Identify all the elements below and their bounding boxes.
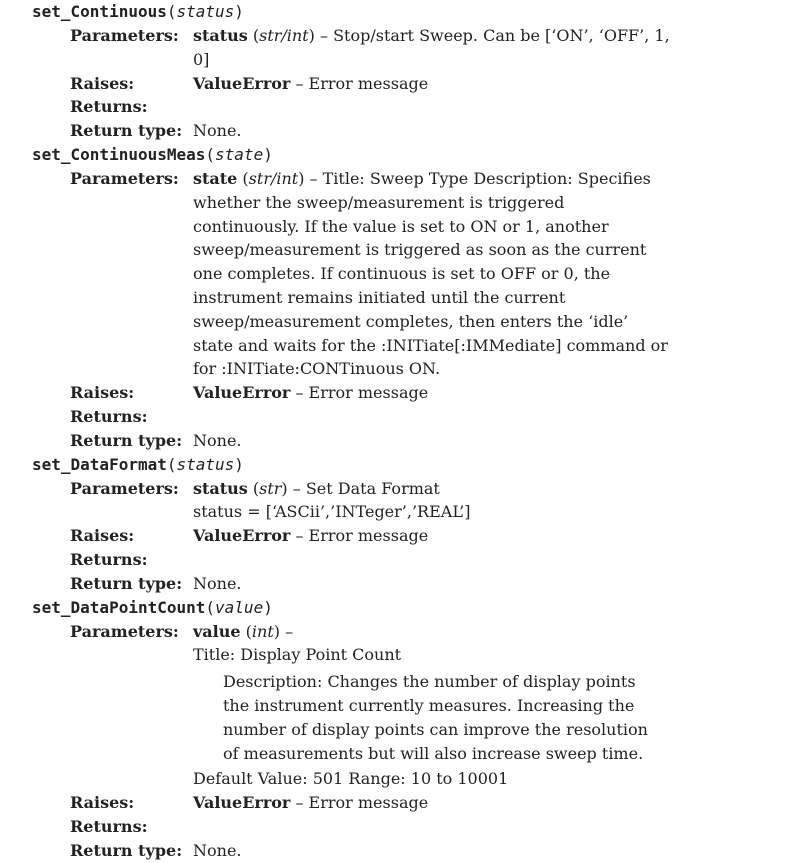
field-body [193, 95, 673, 119]
parameters-field: Parameters: status (str/int) – Stop/star… [70, 24, 800, 72]
param-type: str [259, 478, 282, 498]
field-body [193, 815, 673, 839]
exception-desc: – Error message [295, 526, 429, 546]
param-description: Description: Changes the number of displ… [223, 672, 648, 763]
method-name: set_ContinuousMeas [32, 144, 206, 164]
method-name: set_Continuous [32, 2, 167, 21]
param-desc: – Title: Sweep Type Description: Specifi… [193, 168, 668, 379]
field-body: ValueError – Error message [193, 72, 673, 96]
method-set-continuous-meas: set_ContinuousMeas(state) Parameters: st… [0, 143, 800, 453]
field-body: ValueError – Error message [193, 381, 673, 405]
field-label: Parameters: [70, 478, 179, 498]
method-signature: set_DataFormat(status) [32, 454, 244, 474]
field-label: Raises: [70, 526, 135, 546]
method-set-data-point-count: set_DataPointCount(value) Parameters: va… [0, 596, 800, 863]
api-doc: set_Continuous(status) Parameters: statu… [0, 0, 800, 863]
return-type-value: None. [193, 840, 242, 860]
field-body: state (str/int) – Title: Sweep Type Desc… [193, 168, 668, 379]
field-body: value (int) – Title: Display Point Count… [193, 620, 673, 792]
field-label: Return type: [70, 573, 183, 593]
field-label: Return type: [70, 430, 183, 450]
field-body: ValueError – Error message [193, 791, 673, 815]
exception-name: ValueError [193, 526, 291, 546]
field-label: Parameters: [70, 26, 179, 45]
method-set-data-format: set_DataFormat(status) Parameters: statu… [0, 453, 800, 596]
parameters-field: Parameters: state (str/int) – Title: Swe… [70, 167, 800, 381]
param-name: status [193, 478, 248, 498]
exception-desc: – Error message [295, 383, 429, 403]
field-body: ValueError – Error message [193, 524, 673, 548]
raises-field: Raises: ValueError – Error message [70, 524, 800, 548]
return-type-field: Return type: None. [70, 839, 800, 863]
return-type-value: None. [193, 573, 242, 593]
field-label: Raises: [70, 73, 135, 93]
return-type-field: Return type: None. [70, 119, 800, 143]
returns-field: Returns: [70, 405, 800, 429]
method-signature: set_DataPointCount(value) [32, 597, 273, 617]
returns-field: Returns: [70, 95, 800, 119]
raises-field: Raises: ValueError – Error message [70, 791, 800, 815]
field-label: Return type: [70, 840, 183, 860]
field-label: Returns: [70, 549, 148, 569]
raises-field: Raises: ValueError – Error message [70, 72, 800, 96]
param-name: status [193, 26, 248, 45]
return-type-field: Return type: None. [70, 572, 800, 596]
return-type-value: None. [193, 121, 242, 141]
param-type: int [251, 621, 274, 641]
field-body: status (str) – Set Data Format status = … [193, 478, 471, 522]
method-param: value [215, 597, 264, 617]
parameters-field: Parameters: status (str) – Set Data Form… [70, 477, 800, 525]
method-param: status [176, 2, 235, 21]
param-heading: value (int) – [193, 621, 294, 641]
field-label: Raises: [70, 383, 135, 403]
field-label: Returns: [70, 97, 148, 117]
param-name: value [193, 621, 241, 641]
method-name: set_DataFormat [32, 454, 167, 474]
exception-name: ValueError [193, 73, 291, 93]
param-title: Title: Display Point Count [193, 645, 402, 665]
return-type-value: None. [193, 430, 242, 450]
param-default: Default Value: 501 Range: 10 to 10001 [193, 769, 509, 789]
raises-field: Raises: ValueError – Error message [70, 381, 800, 405]
field-body [193, 548, 673, 572]
param-desc: – [285, 621, 294, 641]
exception-name: ValueError [193, 383, 291, 403]
method-signature: set_ContinuousMeas(state) [32, 144, 273, 164]
field-body: status (str/int) – Stop/start Sweep. Can… [193, 26, 670, 69]
field-label: Raises: [70, 793, 135, 813]
method-set-continuous: set_Continuous(status) Parameters: statu… [0, 0, 800, 143]
method-signature: set_Continuous(status) [32, 2, 244, 21]
field-label: Parameters: [70, 168, 179, 188]
field-label: Parameters: [70, 621, 179, 641]
returns-field: Returns: [70, 815, 800, 839]
method-param: status [176, 454, 235, 474]
return-type-field: Return type: None. [70, 429, 800, 453]
exception-name: ValueError [193, 793, 291, 813]
field-body [193, 405, 673, 429]
parameters-field: Parameters: value (int) – Title: Display… [70, 620, 800, 792]
method-param: state [215, 144, 264, 164]
param-type: str/int [259, 26, 309, 45]
param-name: state [193, 168, 238, 188]
exception-desc: – Error message [295, 793, 429, 813]
param-type: str/int [248, 168, 299, 188]
method-name: set_DataPointCount [32, 597, 206, 617]
returns-field: Returns: [70, 548, 800, 572]
field-label: Return type: [70, 121, 183, 141]
field-label: Returns: [70, 816, 148, 836]
field-label: Returns: [70, 406, 148, 426]
exception-desc: – Error message [295, 73, 429, 93]
